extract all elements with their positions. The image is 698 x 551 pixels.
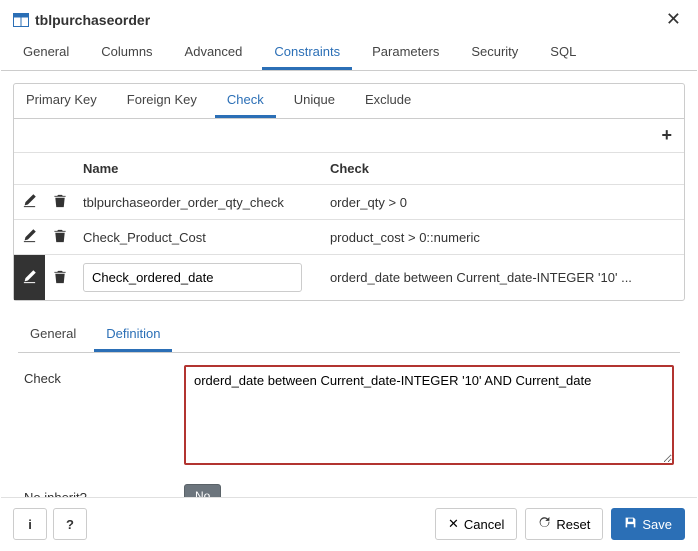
tab-constraints[interactable]: Constraints	[262, 36, 352, 70]
cancel-label: Cancel	[464, 517, 504, 532]
footer: i ? ✕ Cancel Reset Save	[1, 497, 697, 550]
tab-advanced[interactable]: Advanced	[173, 36, 255, 70]
titlebar: tblpurchaseorder ✕	[1, 1, 697, 36]
reset-label: Reset	[556, 517, 590, 532]
edit-icon[interactable]	[22, 231, 37, 246]
trash-icon[interactable]	[53, 196, 67, 211]
definition-form: Check No inherit? No	[18, 353, 680, 497]
name-input[interactable]	[83, 263, 302, 292]
tab-security[interactable]: Security	[459, 36, 530, 70]
table-icon	[13, 13, 29, 27]
subtab-check[interactable]: Check	[215, 84, 276, 118]
tab-general[interactable]: General	[11, 36, 81, 70]
main-tabs: General Columns Advanced Constraints Par…	[1, 36, 697, 71]
detail-panel: General Definition Check No inherit? No	[13, 317, 685, 497]
table-row: tblpurchaseorder_order_qty_check order_q…	[14, 185, 684, 220]
info-icon: i	[28, 517, 32, 532]
check-expression-input[interactable]	[184, 365, 674, 465]
col-name: Name	[75, 153, 322, 185]
reset-icon	[538, 516, 551, 532]
tab-sql[interactable]: SQL	[538, 36, 588, 70]
subtab-unique[interactable]: Unique	[282, 84, 347, 118]
cancel-button[interactable]: ✕ Cancel	[435, 508, 517, 540]
cell-name: tblpurchaseorder_order_qty_check	[75, 185, 322, 220]
cell-check: order_qty > 0	[322, 185, 684, 220]
tab-parameters[interactable]: Parameters	[360, 36, 451, 70]
cell-name	[75, 255, 322, 301]
save-icon	[624, 516, 637, 532]
detail-tab-general[interactable]: General	[18, 318, 88, 352]
constraints-grid: Name Check tblpurchaseorder_order_qty_ch…	[14, 152, 684, 300]
cell-name: Check_Product_Cost	[75, 220, 322, 255]
help-icon: ?	[66, 517, 74, 532]
constraints-panel: Primary Key Foreign Key Check Unique Exc…	[13, 83, 685, 301]
table-row: Check_Product_Cost product_cost > 0::num…	[14, 220, 684, 255]
content: Primary Key Foreign Key Check Unique Exc…	[1, 71, 697, 497]
help-button[interactable]: ?	[53, 508, 87, 540]
no-inherit-label: No inherit?	[24, 484, 184, 497]
reset-button[interactable]: Reset	[525, 508, 603, 540]
constraint-subtabs: Primary Key Foreign Key Check Unique Exc…	[14, 84, 684, 119]
tab-columns[interactable]: Columns	[89, 36, 164, 70]
cell-check: orderd_date between Current_date-INTEGER…	[322, 255, 684, 301]
dialog-title: tblpurchaseorder	[35, 12, 662, 28]
subtab-primary-key[interactable]: Primary Key	[14, 84, 109, 118]
subtab-exclude[interactable]: Exclude	[353, 84, 423, 118]
save-button[interactable]: Save	[611, 508, 685, 540]
detail-tabs: General Definition	[18, 318, 680, 353]
table-row: orderd_date between Current_date-INTEGER…	[14, 255, 684, 301]
close-icon: ✕	[448, 516, 459, 532]
dialog: tblpurchaseorder ✕ General Columns Advan…	[0, 0, 698, 551]
grid-toolbar: +	[14, 119, 684, 152]
col-check: Check	[322, 153, 684, 185]
cell-check: product_cost > 0::numeric	[322, 220, 684, 255]
edit-icon[interactable]	[22, 196, 37, 211]
subtab-foreign-key[interactable]: Foreign Key	[115, 84, 209, 118]
save-label: Save	[642, 517, 672, 532]
add-row-button[interactable]: +	[657, 125, 676, 146]
trash-icon[interactable]	[53, 231, 67, 246]
detail-tab-definition[interactable]: Definition	[94, 318, 172, 352]
info-button[interactable]: i	[13, 508, 47, 540]
check-label: Check	[24, 365, 184, 386]
no-inherit-toggle[interactable]: No	[184, 484, 221, 497]
edit-icon[interactable]	[22, 272, 37, 287]
trash-icon[interactable]	[53, 272, 67, 287]
close-icon[interactable]: ✕	[662, 9, 685, 30]
